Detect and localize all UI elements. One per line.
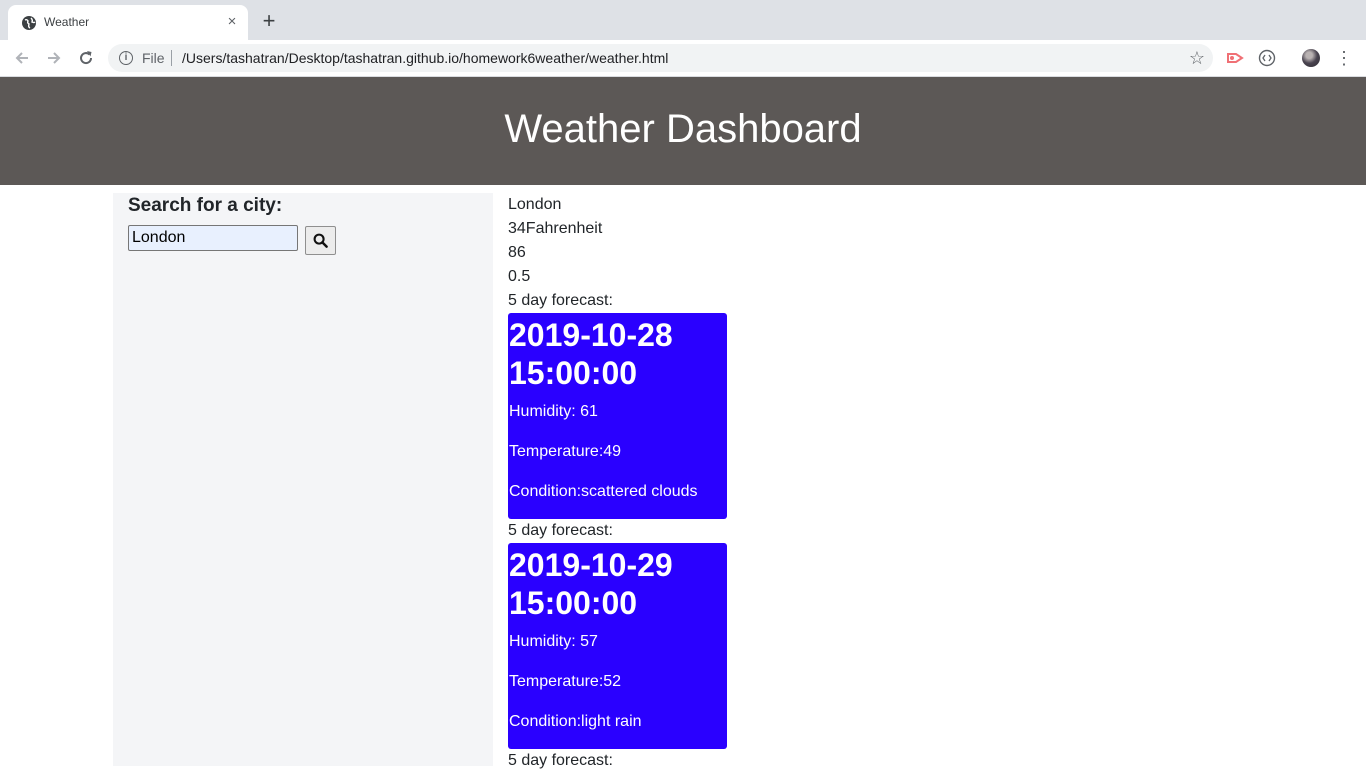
- forecast-date: 2019-10-29: [509, 547, 673, 583]
- current-city: London: [508, 196, 562, 213]
- weather-results: London 34Fahrenheit 86 0.5 5 day forecas…: [508, 193, 1108, 773]
- browser-tab[interactable]: Weather ×: [8, 5, 248, 40]
- current-temperature: 34Fahrenheit: [508, 220, 603, 237]
- search-sidebar: Search for a city:: [113, 193, 493, 766]
- page-header: Weather Dashboard: [0, 77, 1366, 185]
- search-label: Search for a city:: [128, 195, 283, 216]
- url-text[interactable]: /Users/tashatran/Desktop/tashatran.githu…: [182, 50, 668, 66]
- forecast-card: 2019-10-28 15:00:00 Humidity: 61 Tempera…: [508, 313, 727, 519]
- forecast-heading: 5 day forecast:: [508, 292, 613, 309]
- city-search-input[interactable]: [128, 225, 298, 251]
- tab-title: Weather: [44, 15, 90, 29]
- reload-icon[interactable]: [76, 48, 96, 68]
- forecast-time: 15:00:00: [509, 585, 638, 621]
- address-bar[interactable]: i File /Users/tashatran/Desktop/tashatra…: [108, 44, 1213, 72]
- globe-icon: [22, 16, 36, 30]
- forecast-date: 2019-10-28: [509, 317, 673, 353]
- extension-cast-icon[interactable]: [1226, 49, 1244, 67]
- new-tab-button[interactable]: +: [259, 10, 279, 32]
- forecast-time: 15:00:00: [509, 355, 638, 391]
- forecast-heading: 5 day forecast:: [508, 522, 613, 539]
- forecast-temperature: Temperature:52: [509, 673, 622, 690]
- forecast-heading: 5 day forecast:: [508, 752, 613, 769]
- close-icon[interactable]: ×: [224, 14, 240, 30]
- forecast-humidity: Humidity: 61: [509, 403, 598, 420]
- page-title: Weather Dashboard: [504, 107, 862, 151]
- profile-avatar[interactable]: [1302, 49, 1320, 67]
- bookmark-star-icon[interactable]: ☆: [1189, 48, 1205, 69]
- browser-toolbar: i File /Users/tashatran/Desktop/tashatra…: [0, 40, 1366, 77]
- forecast-temperature: Temperature:49: [509, 443, 622, 460]
- current-wind: 0.5: [508, 268, 531, 285]
- divider: [171, 50, 172, 66]
- forecast-condition: Condition:scattered clouds: [509, 483, 698, 500]
- scheme-label: File: [142, 50, 165, 66]
- forward-arrow-icon[interactable]: [44, 48, 64, 68]
- search-icon: [313, 233, 328, 248]
- current-humidity: 86: [508, 244, 526, 261]
- browser-tab-strip: Weather × +: [0, 0, 1366, 40]
- forecast-humidity: Humidity: 57: [509, 633, 598, 650]
- back-arrow-icon[interactable]: [12, 48, 32, 68]
- more-menu-icon[interactable]: ⋮: [1335, 47, 1353, 69]
- forecast-card: 2019-10-29 15:00:00 Humidity: 57 Tempera…: [508, 543, 727, 749]
- search-button[interactable]: [305, 226, 336, 255]
- info-icon[interactable]: i: [119, 51, 133, 65]
- extension-code-icon[interactable]: [1258, 49, 1276, 67]
- forecast-condition: Condition:light rain: [509, 713, 642, 730]
